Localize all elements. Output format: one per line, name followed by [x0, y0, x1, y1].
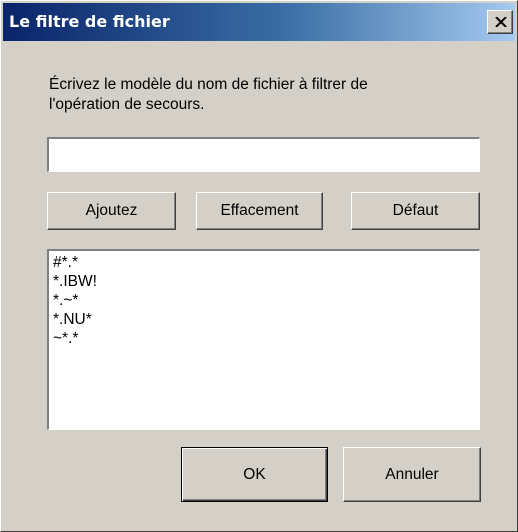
cancel-button[interactable]: Annuler [343, 447, 481, 502]
list-item[interactable]: ~*.* [53, 329, 479, 348]
list-item[interactable]: *.NU* [53, 310, 479, 329]
file-filter-dialog: Le filtre de fichier Écrivez le modèle d… [0, 0, 518, 532]
list-item[interactable]: *.IBW! [53, 272, 479, 291]
filter-list[interactable]: #*.* *.IBW! *.~* *.NU* ~*.* [47, 249, 480, 430]
list-item[interactable]: *.~* [53, 291, 479, 310]
ok-button[interactable]: OK [181, 447, 328, 502]
window-title: Le filtre de fichier [9, 12, 170, 31]
filter-pattern-input[interactable] [47, 137, 480, 172]
close-button[interactable] [487, 10, 513, 34]
list-item[interactable]: #*.* [53, 253, 479, 272]
add-button[interactable]: Ajoutez [47, 192, 176, 230]
instruction-line-2: l'opération de secours. [49, 96, 205, 113]
close-icon [495, 17, 507, 27]
instruction-line-1: Écrivez le modèle du nom de fichier à fi… [49, 76, 368, 93]
instruction-text: Écrivez le modèle du nom de fichier à fi… [49, 75, 479, 115]
title-bar[interactable]: Le filtre de fichier [3, 3, 515, 41]
clear-button[interactable]: Effacement [196, 192, 323, 230]
default-button[interactable]: Défaut [351, 192, 480, 230]
